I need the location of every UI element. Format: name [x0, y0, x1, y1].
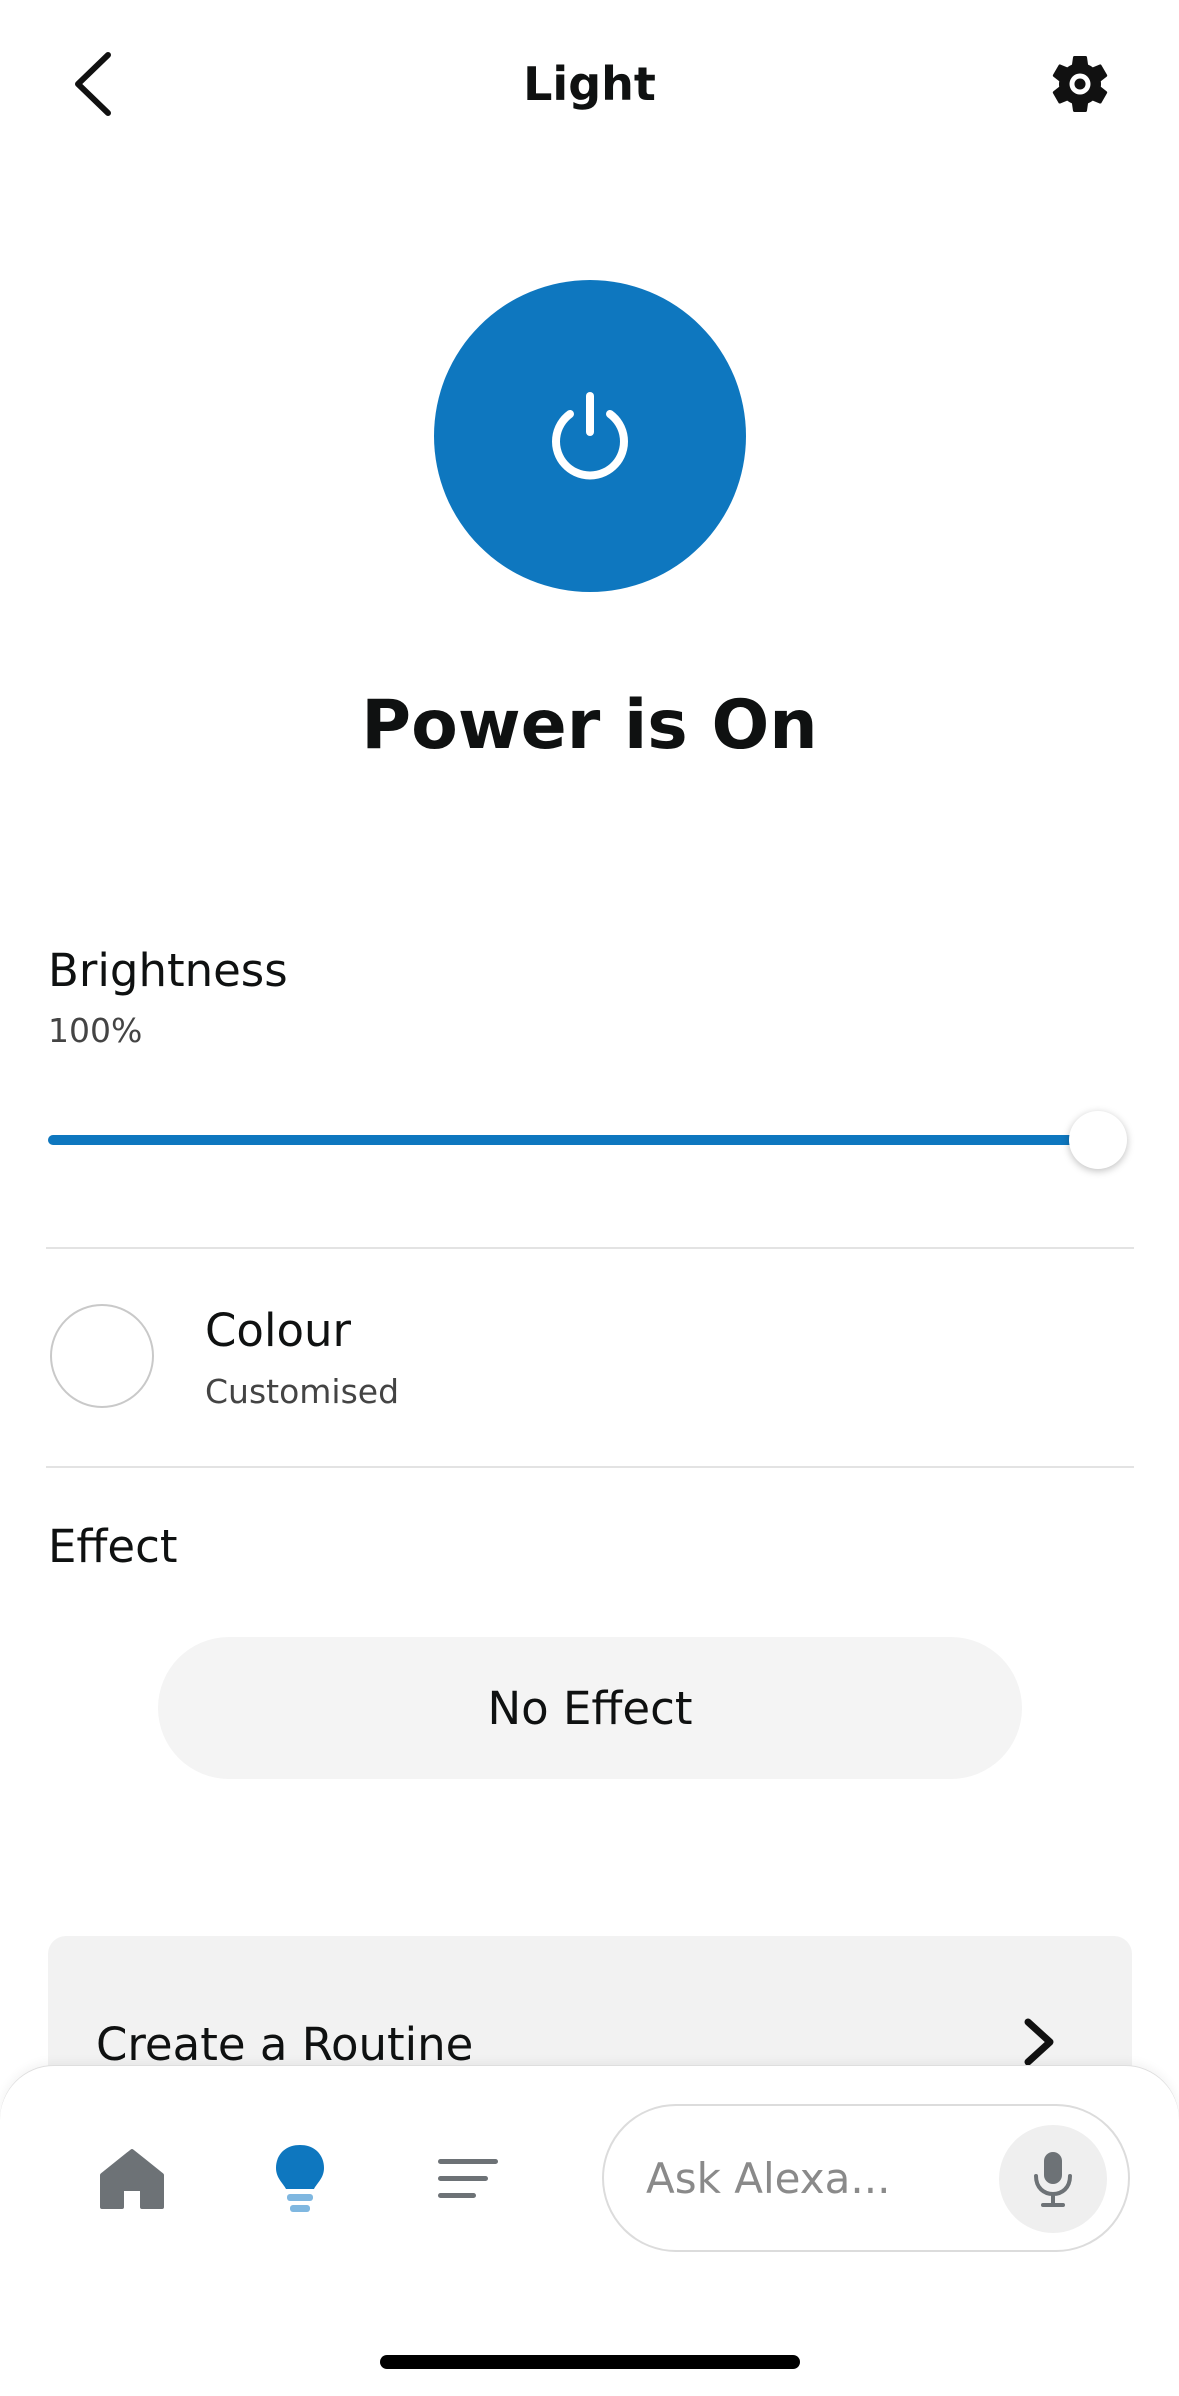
- gear-icon: [1052, 55, 1108, 112]
- colour-value: Customised: [205, 1372, 400, 1411]
- nav-home-button[interactable]: [92, 2139, 172, 2219]
- lightbulb-icon: [276, 2145, 324, 2212]
- home-indicator: [380, 2355, 800, 2369]
- effect-button[interactable]: No Effect: [158, 1637, 1022, 1779]
- microphone-icon: [1034, 2152, 1072, 2207]
- brightness-label: Brightness: [48, 944, 288, 997]
- colour-label: Colour: [205, 1304, 352, 1357]
- colour-row[interactable]: Colour Customised: [46, 1250, 1134, 1466]
- brightness-value: 100%: [48, 1011, 143, 1050]
- brightness-slider-fill: [48, 1135, 1098, 1145]
- brightness-slider-thumb[interactable]: [1069, 1111, 1127, 1169]
- nav-more-button[interactable]: [428, 2139, 508, 2219]
- divider: [46, 1466, 1134, 1468]
- microphone-button[interactable]: [999, 2125, 1107, 2233]
- power-button[interactable]: [434, 280, 746, 592]
- create-routine-label: Create a Routine: [96, 2018, 474, 2071]
- power-status-text: Power is On: [361, 686, 818, 765]
- settings-button[interactable]: [1040, 44, 1120, 124]
- home-icon: [100, 2149, 164, 2209]
- ask-alexa-placeholder: Ask Alexa...: [646, 2154, 891, 2203]
- menu-icon: [438, 2159, 498, 2198]
- divider: [46, 1247, 1134, 1249]
- effect-label: Effect: [48, 1520, 178, 1573]
- nav-devices-button[interactable]: [260, 2139, 340, 2219]
- chevron-right-icon: [1024, 2018, 1054, 2066]
- colour-swatch: [50, 1304, 154, 1408]
- page-title: Light: [523, 57, 656, 111]
- power-icon: [552, 392, 628, 480]
